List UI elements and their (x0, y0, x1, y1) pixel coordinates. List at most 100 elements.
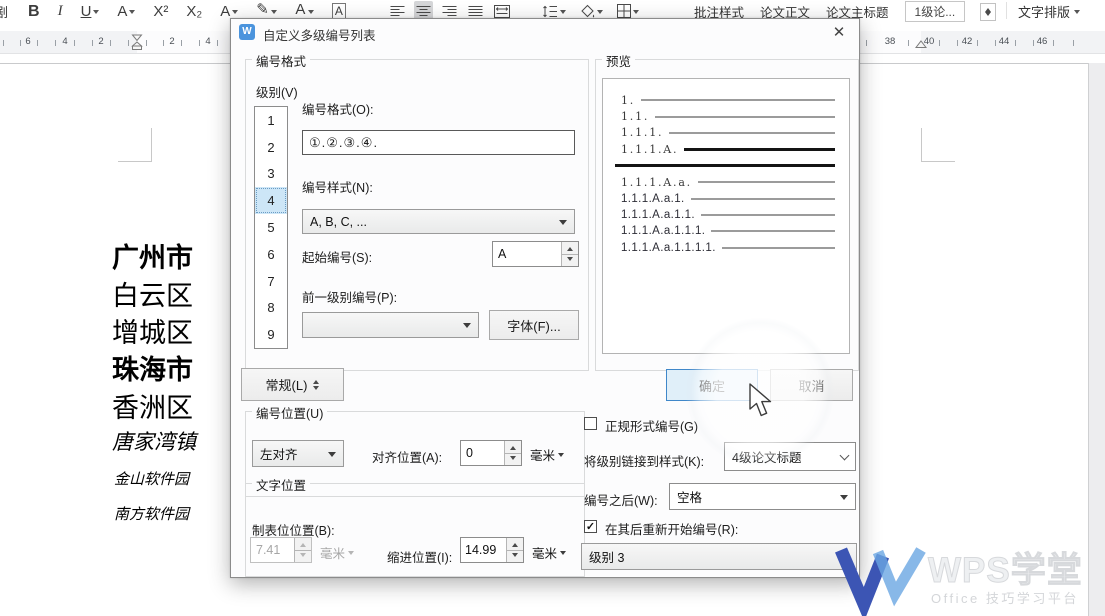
dropdown-caret-icon (633, 10, 639, 17)
preview-row: 1.1.1.A.a.1.1.1.1. (603, 240, 849, 256)
format-label: 编号格式(O): (302, 99, 374, 118)
level-item-4[interactable]: 4 (255, 187, 287, 214)
toolbar-separator (1006, 2, 1007, 19)
watermark-tagline: Office 技巧学习平台 (931, 588, 1079, 607)
spinner-buttons (506, 538, 523, 562)
dropdown-caret-icon (840, 495, 848, 504)
level-item-2[interactable]: 2 (255, 134, 287, 161)
legal-numbering-label: 正规形式编号(G) (605, 416, 698, 435)
number-style-dropdown[interactable]: A, B, C, ... (302, 209, 575, 234)
indent-unit-value: 毫米 (532, 543, 557, 562)
start-number-spinner[interactable]: A (492, 241, 579, 267)
spin-up-icon[interactable] (507, 538, 523, 550)
legal-numbering-checkbox[interactable] (584, 417, 597, 430)
spin-down-icon[interactable] (562, 254, 578, 267)
subscript-icon: X₂ (186, 4, 202, 19)
indent-position-value: 14.99 (461, 538, 506, 562)
preview-box: 1.1.1.1.1.1.1.1.1.A.1.1.1.A.a.1.1.1.A.a.… (602, 78, 850, 354)
document-line[interactable]: 金山软件园 (114, 468, 189, 489)
indent-unit-dropdown[interactable]: 毫米 (532, 543, 566, 562)
general-button-label: 常规(L) (266, 375, 308, 394)
document-line[interactable]: 增城区 (112, 311, 193, 350)
document-line[interactable]: 唐家湾镇 (112, 426, 196, 456)
close-icon[interactable]: ✕ (829, 23, 849, 43)
start-number-label: 起始编号(S): (302, 247, 372, 266)
ruler-tick (1033, 40, 1034, 46)
font-button[interactable]: 字体(F)... (489, 310, 579, 340)
level-item-1[interactable]: 1 (255, 107, 287, 134)
level-item-9[interactable]: 9 (255, 321, 287, 348)
chevron-down-icon (1074, 10, 1080, 17)
ruler-tick (217, 40, 218, 46)
subscript-button[interactable]: X₂ (184, 1, 204, 21)
ruler-number: 38 (885, 36, 896, 47)
underline-button[interactable]: U (79, 1, 102, 21)
number-position-group-label: 编号位置(U) (252, 403, 327, 422)
spin-down-icon[interactable] (505, 453, 521, 466)
indent-position-spinner[interactable]: 14.99 (460, 537, 524, 563)
number-align-dropdown[interactable]: 左对齐 (252, 440, 344, 467)
text-position-group-label: 文字位置 (252, 475, 310, 494)
document-line[interactable]: 广州市 (112, 236, 193, 275)
preview-row: 1.1.1. (603, 125, 849, 141)
document-line[interactable]: 珠海市 (112, 348, 193, 387)
scroll-up-icon[interactable] (985, 5, 991, 12)
align-unit-dropdown[interactable]: 毫米 (530, 445, 564, 464)
ruler-number: 2 (169, 36, 174, 47)
follow-number-label: 编号之后(W): (584, 490, 658, 509)
number-style-label: 编号样式(N): (302, 177, 373, 196)
follow-number-dropdown[interactable]: 空格 (669, 483, 856, 510)
align-position-label: 对齐位置(A): (372, 447, 442, 466)
italic-button[interactable]: I (56, 1, 65, 21)
style-gallery-scroll[interactable] (980, 3, 996, 21)
number-align-value: 左对齐 (260, 444, 328, 463)
ruler-tick (37, 40, 38, 46)
dialog-title: 自定义多级编号列表 (263, 25, 376, 44)
spin-up-icon (295, 538, 311, 550)
text-layout-button[interactable]: 文字排版 (1018, 0, 1080, 22)
level-item-5[interactable]: 5 (255, 214, 287, 241)
level-item-3[interactable]: 3 (255, 161, 287, 188)
chevron-down-icon (840, 450, 850, 460)
first-line-indent-marker[interactable] (131, 34, 143, 56)
number-format-input[interactable]: ①.②.③.④. (302, 130, 575, 155)
level-label: 级别(V) (256, 82, 298, 101)
level-listbox[interactable]: 123456789 (254, 106, 288, 349)
superscript-button[interactable]: X² (151, 1, 170, 21)
previous-level-dropdown[interactable] (302, 312, 479, 338)
document-line[interactable]: 白云区 (112, 274, 193, 313)
restart-numbering-checkbox[interactable] (584, 520, 597, 533)
ruler-tick (939, 40, 940, 46)
ruler-tick (199, 40, 200, 46)
char-effects-button[interactable]: A (115, 1, 137, 21)
text-layout-label: 文字排版 (1018, 2, 1070, 21)
ruler-tick (3, 40, 4, 46)
dropdown-caret-icon (560, 10, 566, 17)
level-item-8[interactable]: 8 (255, 294, 287, 321)
general-button[interactable]: 常规(L) (241, 368, 344, 401)
application-window: 广州市白云区增城区珠海市香洲区唐家湾镇金山软件园南方软件园 剧 BIUAX²X₂… (0, 0, 1105, 616)
restart-level-dropdown[interactable]: 级别 3 (581, 543, 857, 570)
bold-button[interactable]: B (26, 1, 42, 21)
document-line[interactable]: 香洲区 (112, 386, 193, 425)
dropdown-caret-icon (597, 10, 603, 17)
preview-row: 1.1.1.A.a.1.1. (603, 207, 849, 223)
spin-up-icon[interactable] (562, 242, 578, 254)
spin-up-icon[interactable] (505, 441, 521, 453)
style-gallery-item[interactable]: 1级论... (905, 1, 966, 22)
spin-down-icon[interactable] (507, 550, 523, 563)
preview-group-label: 预览 (602, 51, 635, 70)
scroll-down-icon[interactable] (985, 12, 991, 19)
ruler-tick (55, 40, 56, 46)
dialog-titlebar[interactable]: W 自定义多级编号列表 ✕ (231, 19, 859, 45)
level-item-7[interactable]: 7 (255, 268, 287, 295)
ruler-tick (1015, 40, 1016, 46)
ruler-number: 4 (62, 36, 67, 47)
dropdown-caret-icon (328, 452, 336, 461)
ruler-tick (146, 40, 147, 46)
document-line[interactable]: 南方软件园 (114, 503, 189, 524)
dropdown-caret-icon (271, 10, 277, 17)
level-item-6[interactable]: 6 (255, 241, 287, 268)
ruler-tick (92, 40, 93, 46)
align-position-spinner[interactable]: 0 (460, 440, 522, 466)
